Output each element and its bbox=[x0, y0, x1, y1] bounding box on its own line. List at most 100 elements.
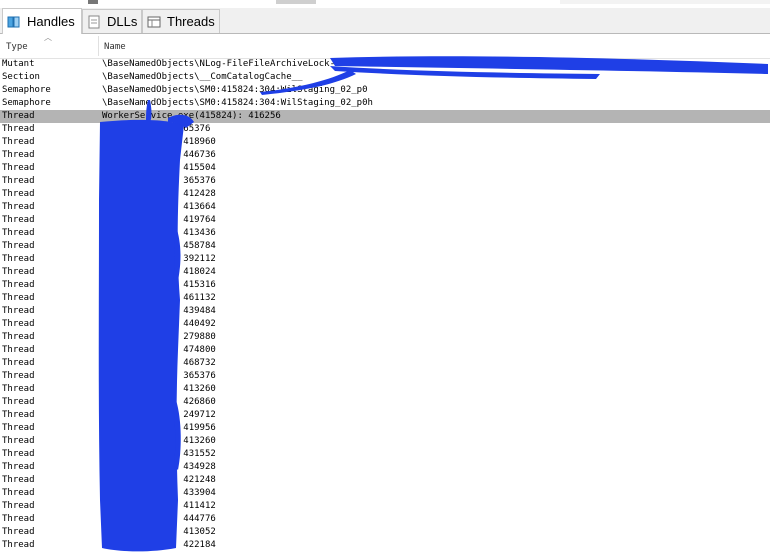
table-row[interactable]: Thread e.exe(415824): 458784 bbox=[0, 240, 770, 253]
table-row[interactable]: Thread e.exe(415824): 413052 bbox=[0, 526, 770, 539]
row-type: Thread bbox=[2, 150, 35, 160]
table-row[interactable]: Thread e.exe(415824): 412428 bbox=[0, 188, 770, 201]
dlls-icon bbox=[87, 15, 101, 29]
table-row[interactable]: Thread .exe(415824): 365376 bbox=[0, 123, 770, 136]
table-row[interactable]: Thread e.exe(415824): 365376 bbox=[0, 370, 770, 383]
table-row[interactable]: Thread e.exe(415824): 411412 bbox=[0, 500, 770, 513]
row-type: Thread bbox=[2, 228, 35, 238]
row-type: Thread bbox=[2, 527, 35, 537]
table-row[interactable]: Thread e.exe(415824): 415504 bbox=[0, 162, 770, 175]
table-row[interactable]: Thread WorkerService.exe(415824): 416256 bbox=[0, 110, 770, 123]
table-row[interactable]: Thread e.exe(415824): 418960 bbox=[0, 136, 770, 149]
row-type: Thread bbox=[2, 241, 35, 251]
row-name: e.exe(415824): 431552 bbox=[102, 449, 216, 459]
row-name: e.exe(415824): 413664 bbox=[102, 202, 216, 212]
row-name: e.exe(415824): 444776 bbox=[102, 514, 216, 524]
row-name: e.exe(415824): 419956 bbox=[102, 423, 216, 433]
row-type: Thread bbox=[2, 176, 35, 186]
tab-bar: Handles DLLs Threads bbox=[0, 8, 770, 34]
table-row[interactable]: Thread e.exe(415824): 461132 bbox=[0, 292, 770, 305]
row-name: e.exe(415824): 392112 bbox=[102, 254, 216, 264]
table-row[interactable]: Thread e.exe(415824): 413664 bbox=[0, 201, 770, 214]
row-name: e.exe(415824): 413436 bbox=[102, 228, 216, 238]
row-type: Thread bbox=[2, 397, 35, 407]
table-row[interactable]: Semaphore \BaseNamedObjects\SM0:415824:30… bbox=[0, 84, 770, 97]
tab-handles[interactable]: Handles bbox=[2, 8, 82, 34]
table-row[interactable]: Thread e.exe(415824): 413436 bbox=[0, 227, 770, 240]
row-name: e.exe(415824): 413260 bbox=[102, 384, 216, 394]
table-row[interactable]: Thread e.exe(415824): 439484 bbox=[0, 305, 770, 318]
row-type: Thread bbox=[2, 423, 35, 433]
row-type: Thread bbox=[2, 306, 35, 316]
table-row[interactable]: Thread e.exe(415824): 433904 bbox=[0, 487, 770, 500]
row-name: e.exe(415824): 433904 bbox=[102, 488, 216, 498]
table-row[interactable]: Thread e.exe(415824): 434928 bbox=[0, 461, 770, 474]
table-row[interactable]: Thread e.exe(415824): 468732 bbox=[0, 357, 770, 370]
table-row[interactable]: Thread e.exe(415824): 392112 bbox=[0, 253, 770, 266]
column-header-row: ︿ Type Name bbox=[0, 34, 770, 59]
table-row[interactable]: Thread e.exe(415824): 444776 bbox=[0, 513, 770, 526]
table-row[interactable]: Semaphore \BaseNamedObjects\SM0:415824:30… bbox=[0, 97, 770, 110]
row-name: e.exe(415824): 418960 bbox=[102, 137, 216, 147]
row-name: e.exe(415824): 413052 bbox=[102, 527, 216, 537]
column-header-name[interactable]: Name bbox=[104, 35, 126, 59]
row-type: Thread bbox=[2, 124, 35, 134]
threads-icon bbox=[147, 15, 161, 29]
row-type: Thread bbox=[2, 384, 35, 394]
row-name: .exe(415824): 365376 bbox=[102, 124, 211, 134]
table-row[interactable]: Mutant \BaseNamedObjects\NLog-FileFileArc… bbox=[0, 58, 770, 71]
top-strip-mark bbox=[88, 0, 98, 4]
tab-handles-label: Handles bbox=[27, 14, 75, 29]
table-row[interactable]: Thread e.exe(415824): 431552 bbox=[0, 448, 770, 461]
row-type: Thread bbox=[2, 254, 35, 264]
table-row[interactable]: Thread e.exe(415824): 279880 bbox=[0, 331, 770, 344]
row-type: Thread bbox=[2, 332, 35, 342]
row-type: Thread bbox=[2, 267, 35, 277]
handles-list[interactable]: ︿ Type Name Mutant \BaseNamedObjects\NLog… bbox=[0, 34, 770, 558]
table-row[interactable]: Thread e.exe(415824): 413260 bbox=[0, 435, 770, 448]
tab-threads[interactable]: Threads bbox=[142, 9, 220, 33]
row-type: Thread bbox=[2, 215, 35, 225]
row-name: e.exe(415824): 418024 bbox=[102, 267, 216, 277]
row-type: Section bbox=[2, 72, 40, 82]
row-name: e.exe(415824): 279880 bbox=[102, 332, 216, 342]
row-type: Thread bbox=[2, 189, 35, 199]
table-row[interactable]: Section \BaseNamedObjects\__ComCatalogCac… bbox=[0, 71, 770, 84]
table-row[interactable]: Thread e.exe(415824): 422184 bbox=[0, 539, 770, 552]
top-strip-mark bbox=[560, 0, 770, 4]
table-row[interactable]: Thread e.exe(415824): 474800 bbox=[0, 344, 770, 357]
row-type: Thread bbox=[2, 540, 35, 550]
row-name: e.exe(415824): 419764 bbox=[102, 215, 216, 225]
row-name: e.exe(415824): 461132 bbox=[102, 293, 216, 303]
table-row[interactable]: Thread e.exe(415824): 421248 bbox=[0, 474, 770, 487]
row-name: WorkerService.exe(415824): 416256 bbox=[102, 111, 281, 121]
column-header-type[interactable]: Type bbox=[6, 35, 28, 59]
table-row[interactable]: Thread e.exe(415824): 419764 bbox=[0, 214, 770, 227]
row-name: e.exe(415824): 474800 bbox=[102, 345, 216, 355]
row-name: e.exe(415824): 412428 bbox=[102, 189, 216, 199]
table-row[interactable]: Thread e.exe(415824): 415316 bbox=[0, 279, 770, 292]
row-name: e.exe(415824): 411412 bbox=[102, 501, 216, 511]
row-type: Semaphore bbox=[2, 85, 51, 95]
row-name: e.exe(415824): 434928 bbox=[102, 462, 216, 472]
tab-dlls[interactable]: DLLs bbox=[82, 9, 142, 33]
table-row[interactable]: Thread e.exe(415824): 365376 bbox=[0, 175, 770, 188]
table-row[interactable]: Thread e.exe(415824): 418024 bbox=[0, 266, 770, 279]
row-type: Mutant bbox=[2, 59, 35, 69]
row-name: e.exe(415824): 426860 bbox=[102, 397, 216, 407]
column-separator[interactable] bbox=[98, 36, 99, 56]
table-row[interactable]: Thread e.exe(415824): 249712 bbox=[0, 409, 770, 422]
table-row[interactable]: Thread e.exe(415824): 413260 bbox=[0, 383, 770, 396]
table-row[interactable]: Thread e.exe(415824): 440492 bbox=[0, 318, 770, 331]
table-row[interactable]: Thread e.exe(415824): 419956 bbox=[0, 422, 770, 435]
row-type: Thread bbox=[2, 475, 35, 485]
row-type: Thread bbox=[2, 436, 35, 446]
table-row[interactable]: Thread e.exe(415824): 426860 bbox=[0, 396, 770, 409]
table-row[interactable]: Thread e.exe(415824): 446736 bbox=[0, 149, 770, 162]
row-type: Thread bbox=[2, 111, 35, 121]
row-name: e.exe(415824): 421248 bbox=[102, 475, 216, 485]
sort-arrow-icon: ︿ bbox=[44, 33, 52, 42]
row-name: e.exe(415824): 365376 bbox=[102, 176, 216, 186]
tab-dlls-label: DLLs bbox=[107, 14, 138, 29]
row-type: Semaphore bbox=[2, 98, 51, 108]
